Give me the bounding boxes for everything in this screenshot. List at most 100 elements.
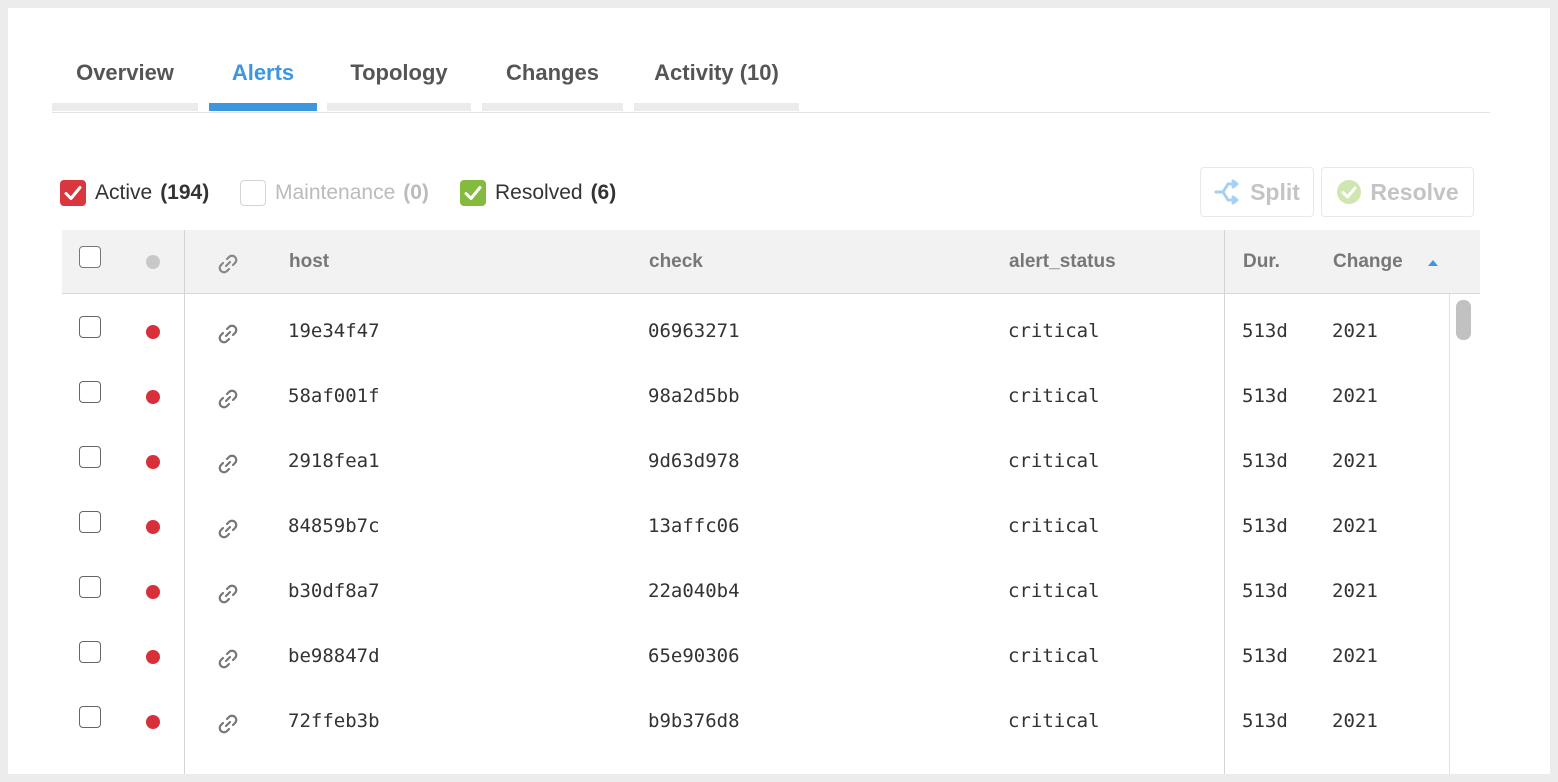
filter-count: (194): [160, 181, 210, 204]
tab-activity[interactable]: Activity (10): [634, 8, 799, 111]
row-checkbox[interactable]: [79, 381, 101, 403]
check-cell: 22a040b4: [648, 580, 740, 602]
checkmark-icon: [64, 186, 82, 200]
duration-cell: 513d: [1242, 580, 1288, 602]
table-row[interactable]: 58af001f 98a2d5bb critical 513d 2021: [62, 365, 1452, 430]
status-dot: [146, 585, 160, 599]
header-change[interactable]: Change: [1333, 251, 1403, 273]
change-cell: 2021: [1332, 515, 1378, 537]
change-cell: 2021: [1332, 645, 1378, 667]
link-icon[interactable]: [216, 517, 240, 541]
table-row[interactable]: 2918fea1 9d63d978 critical 513d 2021: [62, 430, 1452, 495]
header-check[interactable]: check: [649, 251, 703, 273]
alert-status-cell: critical: [1008, 710, 1100, 732]
tab-underline: [52, 103, 198, 111]
filter-count: (6): [590, 181, 617, 204]
filter-active[interactable]: Active (194): [60, 178, 209, 208]
check-cell: 98a2d5bb: [648, 385, 740, 407]
host-cell: be98847d: [288, 645, 380, 667]
row-checkbox[interactable]: [79, 316, 101, 338]
change-cell: 2021: [1332, 320, 1378, 342]
table-row[interactable]: 19e34f47 06963271 critical 513d 2021: [62, 300, 1452, 365]
tab-underline: [634, 103, 799, 111]
tab-label: Overview: [76, 60, 174, 85]
table-row[interactable]: 84859b7c 13affc06 critical 513d 2021: [62, 495, 1452, 560]
filter-maintenance[interactable]: Maintenance (0): [240, 178, 429, 208]
host-cell: b30df8a7: [288, 580, 380, 602]
filter-resolved[interactable]: Resolved (6): [460, 178, 616, 208]
tab-changes[interactable]: Changes: [482, 8, 623, 111]
check-cell: b9b376d8: [648, 710, 740, 732]
tab-label: Topology: [350, 60, 448, 85]
link-icon: [218, 254, 238, 274]
row-checkbox[interactable]: [79, 641, 101, 663]
scrollbar-thumb[interactable]: [1456, 300, 1471, 340]
table-row[interactable]: be98847d 65e90306 critical 513d 2021: [62, 625, 1452, 690]
table-row[interactable]: b30df8a7 22a040b4 critical 513d 2021: [62, 560, 1452, 625]
status-dot: [146, 325, 160, 339]
link-icon[interactable]: [216, 647, 240, 671]
status-dot: [146, 715, 160, 729]
header-host[interactable]: host: [289, 251, 329, 273]
link-icon[interactable]: [216, 387, 240, 411]
checkmark-icon: [464, 186, 482, 200]
tab-overview[interactable]: Overview: [52, 8, 198, 111]
check-cell: 06963271: [648, 320, 740, 342]
resolve-button[interactable]: Resolve: [1321, 167, 1474, 217]
status-dot: [146, 455, 160, 469]
tab-label: Changes: [506, 60, 599, 85]
table-row[interactable]: 72ffeb3b b9b376d8 critical 513d 2021: [62, 690, 1452, 755]
active-checkbox[interactable]: [60, 180, 86, 206]
alert-status-cell: critical: [1008, 515, 1100, 537]
check-circle-icon: [1337, 180, 1362, 204]
host-cell: 72ffeb3b: [288, 710, 380, 732]
header-alert-status[interactable]: alert_status: [1009, 251, 1116, 273]
split-button[interactable]: Split: [1200, 167, 1314, 217]
link-icon[interactable]: [216, 582, 240, 606]
resolve-label: Resolve: [1370, 178, 1459, 205]
change-cell: 2021: [1332, 710, 1378, 732]
split-icon: [1214, 179, 1239, 205]
duration-cell: 513d: [1242, 645, 1288, 667]
tab-label: Activity (10): [654, 60, 779, 85]
alert-status-cell: critical: [1008, 450, 1100, 472]
row-checkbox[interactable]: [79, 511, 101, 533]
status-dot: [146, 390, 160, 404]
row-checkbox[interactable]: [79, 576, 101, 598]
header-duration[interactable]: Dur.: [1243, 251, 1280, 273]
host-cell: 58af001f: [288, 385, 380, 407]
alert-status-cell: critical: [1008, 320, 1100, 342]
row-checkbox[interactable]: [79, 706, 101, 728]
alerts-table: host check alert_status Dur. Change 19e3…: [62, 230, 1480, 774]
duration-cell: 513d: [1242, 450, 1288, 472]
duration-cell: 513d: [1242, 710, 1288, 732]
select-all-checkbox[interactable]: [79, 246, 101, 268]
link-icon[interactable]: [216, 322, 240, 346]
alert-status-cell: critical: [1008, 385, 1100, 407]
duration-cell: 513d: [1242, 385, 1288, 407]
filter-count: (0): [403, 181, 429, 204]
check-cell: 13affc06: [648, 515, 740, 537]
link-icon[interactable]: [216, 712, 240, 736]
alert-status-cell: critical: [1008, 580, 1100, 602]
host-cell: 2918fea1: [288, 450, 380, 472]
tab-alerts[interactable]: Alerts: [209, 8, 317, 111]
host-cell: 19e34f47: [288, 320, 380, 342]
change-cell: 2021: [1332, 385, 1378, 407]
split-label: Split: [1250, 178, 1300, 205]
duration-cell: 513d: [1242, 320, 1288, 342]
maintenance-checkbox[interactable]: [240, 180, 266, 206]
tab-underline: [209, 103, 317, 111]
tab-underline: [327, 103, 471, 111]
status-dot: [146, 520, 160, 534]
sort-ascending-icon[interactable]: [1428, 260, 1438, 266]
check-cell: 9d63d978: [648, 450, 740, 472]
resolved-checkbox[interactable]: [460, 180, 486, 206]
row-checkbox[interactable]: [79, 446, 101, 468]
tab-bar: Overview Alerts Topology Changes Activit…: [52, 8, 1490, 113]
link-icon[interactable]: [216, 452, 240, 476]
change-cell: 2021: [1332, 450, 1378, 472]
host-cell: 84859b7c: [288, 515, 380, 537]
tab-topology[interactable]: Topology: [327, 8, 471, 111]
tab-label: Alerts: [231, 60, 295, 85]
